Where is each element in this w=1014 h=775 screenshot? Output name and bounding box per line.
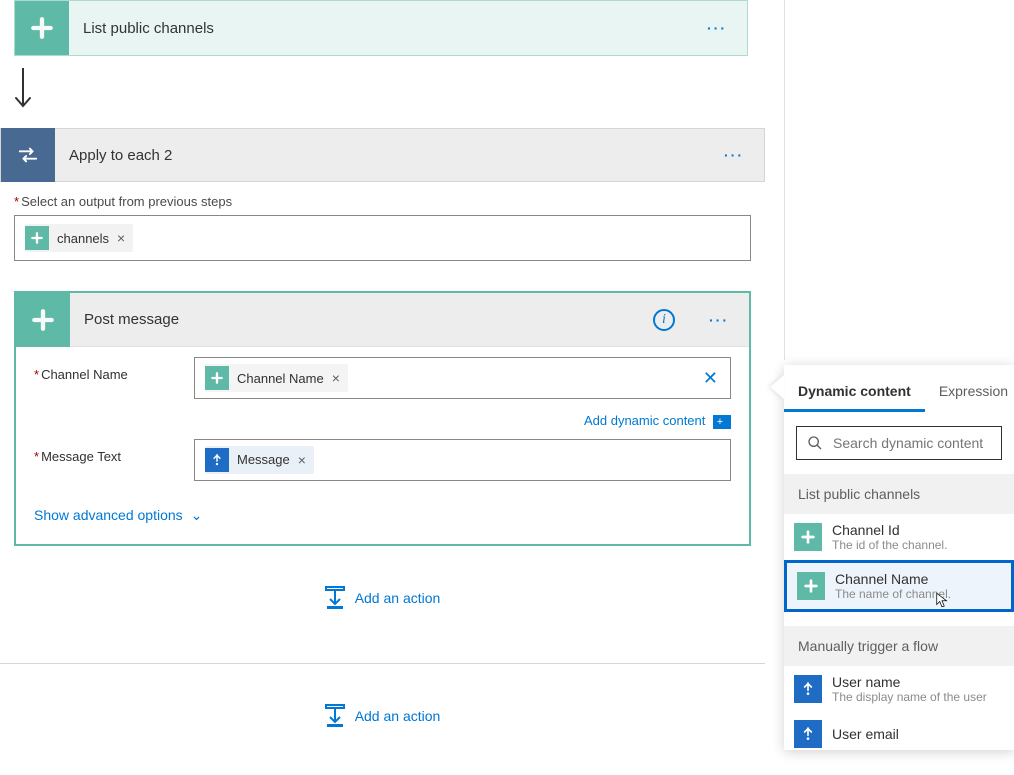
dyn-item-desc: The name of channel. <box>835 587 951 601</box>
insert-icon <box>325 586 345 610</box>
token-remove-icon[interactable]: × <box>117 230 125 246</box>
channel-name-row: *Channel Name Channel Name × ✕ <box>16 347 749 409</box>
step-header[interactable]: Apply to each 2 ··· <box>0 128 765 182</box>
slack-icon <box>205 366 229 390</box>
insert-icon <box>325 704 345 728</box>
search-icon <box>807 435 823 451</box>
add-action-outer: Add an action <box>0 664 765 741</box>
step-apply-to-each: Apply to each 2 ··· *Select an output fr… <box>0 128 765 741</box>
show-advanced-options[interactable]: Show advanced options⌄ <box>16 491 749 544</box>
step-title: Post message <box>70 311 653 328</box>
slack-icon <box>794 523 822 551</box>
dyn-item-title: User name <box>832 674 987 690</box>
dynamic-search[interactable] <box>796 426 1002 460</box>
dyn-section-title: Manually trigger a flow <box>784 626 1014 666</box>
info-icon[interactable]: i <box>653 309 675 331</box>
token-remove-icon[interactable]: × <box>332 370 340 386</box>
dyn-item-channel-name[interactable]: Channel Name The name of channel. <box>784 560 1014 612</box>
chevron-down-icon: ⌄ <box>191 507 203 523</box>
tab-expression[interactable]: Expression <box>925 383 1014 412</box>
add-dynamic-row: Add dynamic content + <box>16 409 749 429</box>
tab-dynamic-content[interactable]: Dynamic content <box>784 383 925 412</box>
channel-name-input[interactable]: Channel Name × ✕ <box>194 357 731 399</box>
token-channels: channels × <box>25 224 133 252</box>
add-action-button[interactable]: Add an action <box>325 704 441 728</box>
token-remove-icon[interactable]: × <box>298 452 306 468</box>
dyn-item-title: Channel Name <box>835 571 951 587</box>
dyn-item-title: Channel Id <box>832 522 947 538</box>
slack-icon <box>25 226 49 250</box>
output-input[interactable]: channels × <box>14 215 751 261</box>
step-menu-icon[interactable]: ··· <box>689 312 749 328</box>
dyn-item-channel-id[interactable]: Channel Id The id of the channel. <box>784 514 1014 560</box>
loop-icon <box>1 128 55 182</box>
flow-arrow-icon <box>14 56 748 128</box>
trigger-icon <box>794 675 822 703</box>
step-post-message: Post message i ··· *Channel Name Channel… <box>14 291 751 546</box>
trigger-icon <box>205 448 229 472</box>
add-action-label: Add an action <box>355 590 441 606</box>
dyn-section-list-channels: List public channels Channel Id The id o… <box>784 474 1014 612</box>
add-action-label: Add an action <box>355 708 441 724</box>
right-panel: Dynamic content Expression List public c… <box>784 0 1014 775</box>
message-text-row: *Message Text Message × <box>16 429 749 491</box>
dyn-item-user-email[interactable]: User email <box>784 712 1014 750</box>
channel-name-label: *Channel Name <box>34 357 194 382</box>
clear-icon[interactable]: ✕ <box>699 368 722 389</box>
message-text-input[interactable]: Message × <box>194 439 731 481</box>
step-header: List public channels ··· <box>15 1 747 55</box>
right-divider <box>784 0 785 360</box>
step-list-public-channels[interactable]: List public channels ··· <box>14 0 748 56</box>
dyn-section-title: List public channels <box>784 474 1014 514</box>
add-dynamic-content-link[interactable]: Add dynamic content <box>584 413 705 428</box>
dynamic-tabs: Dynamic content Expression <box>784 365 1014 412</box>
dyn-item-title: User email <box>832 726 899 742</box>
step-title: Apply to each 2 <box>55 147 704 164</box>
dynamic-bar-icon <box>727 415 731 429</box>
step-menu-icon[interactable]: ··· <box>687 20 747 36</box>
dyn-section-manual-trigger: Manually trigger a flow User name The di… <box>784 626 1014 750</box>
add-action-inner: Add an action <box>14 546 751 653</box>
token-message: Message × <box>205 446 314 474</box>
message-text-label: *Message Text <box>34 439 194 464</box>
dyn-item-desc: The id of the channel. <box>832 538 947 552</box>
add-action-button[interactable]: Add an action <box>325 586 441 610</box>
dynamic-content-panel: Dynamic content Expression List public c… <box>784 365 1014 750</box>
output-label: *Select an output from previous steps <box>14 194 751 209</box>
dynamic-search-input[interactable] <box>833 435 1014 451</box>
token-label: Channel Name <box>237 371 324 386</box>
token-label: channels <box>57 231 109 246</box>
step-title: List public channels <box>69 20 687 37</box>
add-dynamic-icon[interactable]: + <box>713 415 727 429</box>
trigger-icon <box>794 720 822 748</box>
token-channel-name: Channel Name × <box>205 364 348 392</box>
slack-icon <box>797 572 825 600</box>
step-header[interactable]: Post message i ··· <box>16 293 749 347</box>
token-label: Message <box>237 452 290 467</box>
slack-icon <box>16 293 70 347</box>
slack-icon <box>15 1 69 55</box>
dyn-item-desc: The display name of the user <box>832 690 987 704</box>
callout-arrow-icon <box>770 375 784 399</box>
dyn-item-user-name[interactable]: User name The display name of the user <box>784 666 1014 712</box>
step-menu-icon[interactable]: ··· <box>704 147 764 163</box>
